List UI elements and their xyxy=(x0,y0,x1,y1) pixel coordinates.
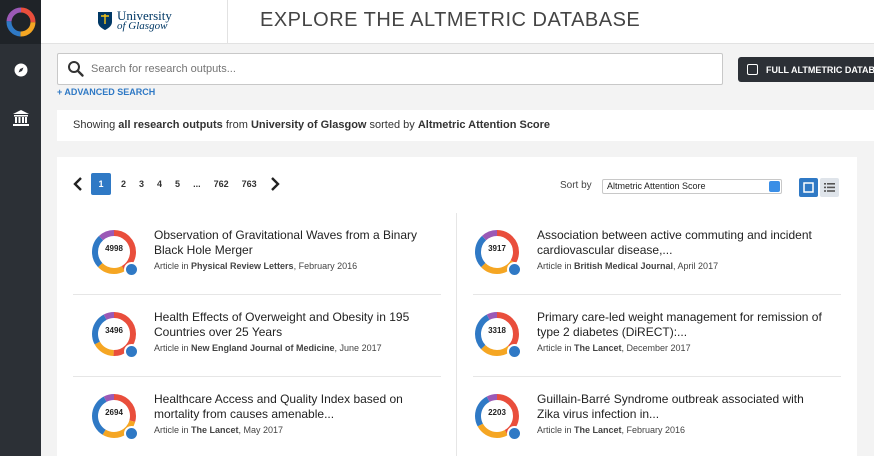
checkmark-icon xyxy=(507,344,522,359)
result-title[interactable]: Health Effects of Overweight and Obesity… xyxy=(154,310,444,340)
checkmark-icon xyxy=(124,344,139,359)
result-title[interactable]: Healthcare Access and Quality Index base… xyxy=(154,392,444,422)
result-date: , December 2017 xyxy=(621,343,691,353)
checkmark-icon xyxy=(507,262,522,277)
page-link[interactable]: 762 xyxy=(214,179,229,189)
summary-from: from xyxy=(222,119,251,131)
page-title: EXPLORE THE ALTMETRIC DATABASE xyxy=(260,9,641,31)
institution-icon[interactable] xyxy=(0,104,41,132)
prev-page-icon[interactable] xyxy=(73,177,83,191)
result-item[interactable]: 3496 Health Effects of Overweight and Ob… xyxy=(90,310,450,390)
result-meta: Article in The Lancet, February 2016 xyxy=(537,425,685,435)
result-journal: New England Journal of Medicine xyxy=(191,343,335,353)
summary-institution: University of Glasgow xyxy=(250,119,367,131)
result-meta: Article in Physical Review Letters, Febr… xyxy=(154,261,357,271)
university-crest-icon xyxy=(98,12,112,30)
result-item[interactable]: 2203 Guillain-Barré Syndrome outbreak as… xyxy=(473,392,833,456)
result-type: Article in xyxy=(154,425,192,435)
summary-prefix: Showing xyxy=(73,119,119,131)
result-journal: The Lancet xyxy=(574,343,622,353)
result-type: Article in xyxy=(537,261,575,271)
result-type: Article in xyxy=(154,261,192,271)
result-title[interactable]: Association between active commuting and… xyxy=(537,228,827,258)
result-date: , April 2017 xyxy=(673,261,719,271)
result-journal: British Medical Journal xyxy=(574,261,674,271)
result-journal: The Lancet xyxy=(574,425,622,435)
result-item[interactable]: 4998 Observation of Gravitational Waves … xyxy=(90,228,450,308)
checkmark-icon xyxy=(507,426,522,441)
result-meta: Article in New England Journal of Medici… xyxy=(154,343,382,353)
summary-scope: all research outputs xyxy=(118,119,223,131)
result-meta: Article in British Medical Journal, Apri… xyxy=(537,261,718,271)
search-input[interactable] xyxy=(91,59,691,79)
checkmark-icon xyxy=(124,262,139,277)
altmetric-logo-icon[interactable] xyxy=(0,0,41,44)
result-date: , May 2017 xyxy=(238,425,284,435)
summary-sort-field: Altmetric Attention Score xyxy=(417,119,551,131)
next-page-icon[interactable] xyxy=(270,177,280,191)
result-date: , February 2016 xyxy=(621,425,686,435)
advanced-search-link[interactable]: + ADVANCED SEARCH xyxy=(57,87,155,97)
page-link[interactable]: 4 xyxy=(157,179,162,189)
sort-selected-value: Altmetric Attention Score xyxy=(607,181,706,191)
column-divider xyxy=(456,213,457,456)
sort-select[interactable]: Altmetric Attention Score xyxy=(602,179,782,194)
sort-label: Sort by xyxy=(560,180,592,191)
results-summary: Showing all research outputs from Univer… xyxy=(57,110,874,141)
search-icon xyxy=(67,60,85,83)
attention-score: 4998 xyxy=(105,244,123,253)
page-link[interactable]: 3 xyxy=(139,179,144,189)
result-date: , February 2016 xyxy=(293,261,358,271)
results-panel: 1 2 3 4 5 ... 762 763 Sort by Altmetric … xyxy=(57,157,857,456)
page-ellipsis: ... xyxy=(193,179,201,189)
result-journal: The Lancet xyxy=(191,425,239,435)
grid-view-icon xyxy=(803,182,814,193)
result-type: Article in xyxy=(154,343,192,353)
result-title[interactable]: Guillain-Barré Syndrome outbreak associa… xyxy=(537,392,827,422)
university-logo[interactable]: University of Glasgow xyxy=(97,9,172,32)
checkmark-icon xyxy=(124,426,139,441)
attention-score: 3917 xyxy=(488,244,506,253)
result-item[interactable]: 2694 Healthcare Access and Quality Index… xyxy=(90,392,450,456)
result-type: Article in xyxy=(537,343,575,353)
attention-score: 3496 xyxy=(105,326,123,335)
result-type: Article in xyxy=(537,425,575,435)
list-view-icon xyxy=(824,183,835,192)
list-view-button[interactable] xyxy=(820,178,839,197)
result-journal: Physical Review Letters xyxy=(191,261,294,271)
header-divider xyxy=(227,0,228,44)
result-item[interactable]: 3917 Association between active commutin… xyxy=(473,228,833,308)
result-item[interactable]: 3318 Primary care-led weight management … xyxy=(473,310,833,390)
search-box xyxy=(57,53,723,85)
result-title[interactable]: Observation of Gravitational Waves from … xyxy=(154,228,444,258)
chevron-updown-icon xyxy=(769,181,780,192)
result-date: , June 2017 xyxy=(334,343,382,353)
pagination: 1 2 3 4 5 ... 762 763 xyxy=(73,173,288,195)
page-link[interactable]: 2 xyxy=(121,179,126,189)
page-link[interactable]: 5 xyxy=(175,179,180,189)
full-database-toggle[interactable]: FULL ALTMETRIC DATAB xyxy=(738,57,874,82)
compass-icon[interactable] xyxy=(0,56,41,84)
page-header: University of Glasgow EXPLORE THE ALTMET… xyxy=(41,0,874,44)
university-name-line2: of Glasgow xyxy=(117,20,168,32)
attention-score: 2203 xyxy=(488,408,506,417)
attention-score: 2694 xyxy=(105,408,123,417)
attention-score: 3318 xyxy=(488,326,506,335)
left-rail xyxy=(0,0,41,456)
grid-view-button[interactable] xyxy=(799,178,818,197)
result-meta: Article in The Lancet, December 2017 xyxy=(537,343,691,353)
summary-sorted: sorted by xyxy=(366,119,418,131)
checkbox-icon xyxy=(747,64,758,75)
result-meta: Article in The Lancet, May 2017 xyxy=(154,425,283,435)
page-link[interactable]: 1 xyxy=(91,173,111,195)
full-database-label: FULL ALTMETRIC DATAB xyxy=(766,64,874,75)
page-link[interactable]: 763 xyxy=(242,179,257,189)
result-title[interactable]: Primary care-led weight management for r… xyxy=(537,310,827,340)
